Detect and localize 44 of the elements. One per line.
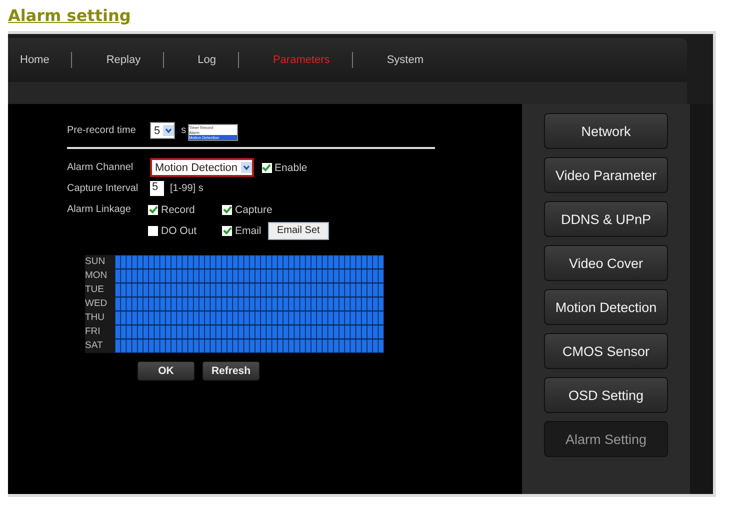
pre-record-select[interactable]: 5 <box>150 122 176 139</box>
sidebar-button[interactable]: Video Cover <box>544 245 668 281</box>
email-set-button[interactable]: Email Set <box>268 222 329 240</box>
sidebar-button[interactable]: Motion Detection <box>544 289 668 325</box>
page-heading: Alarm setting <box>8 6 131 25</box>
schedule-row[interactable] <box>115 283 384 297</box>
action-button[interactable]: OK <box>137 361 195 381</box>
nav-tab[interactable]: System <box>386 54 446 66</box>
checkbox[interactable] <box>148 226 158 236</box>
sidebar-button[interactable]: CMOS Sensor <box>544 333 668 369</box>
nav-tab[interactable]: Replay <box>106 54 163 66</box>
nav-tab[interactable]: Home <box>20 54 72 66</box>
field-label: Alarm Channel <box>67 162 134 173</box>
checkbox-label: Record <box>161 204 195 216</box>
checkbox[interactable] <box>148 204 158 214</box>
range-hint: [1-99] s <box>170 183 204 194</box>
schedule-row[interactable] <box>115 311 384 325</box>
checkbox[interactable] <box>262 162 272 172</box>
checkbox[interactable] <box>222 226 232 236</box>
field-label: Pre-record time <box>67 125 137 136</box>
checkbox-label: Email <box>235 224 262 236</box>
input-field[interactable]: 5 <box>150 181 164 196</box>
action-button[interactable]: Refresh <box>202 361 260 381</box>
caret-icon <box>240 162 252 173</box>
sidebar-button[interactable]: Video Parameter <box>544 157 668 193</box>
schedule-row[interactable] <box>115 255 384 269</box>
field-label: Capture Interval <box>67 183 140 194</box>
sidebar-button[interactable]: Alarm Setting <box>544 421 668 457</box>
checkbox[interactable] <box>222 204 232 214</box>
schedule-row[interactable] <box>115 297 384 311</box>
sidebar-button[interactable]: OSD Setting <box>544 377 668 413</box>
caret-icon <box>163 125 174 136</box>
checkbox-label: DO Out <box>161 224 197 236</box>
unit-label: s <box>181 125 186 136</box>
field-label: Alarm Linkage <box>67 204 132 215</box>
nav-tab[interactable]: Log <box>198 54 238 66</box>
checkbox-label: Capture <box>235 204 272 216</box>
schedule-row[interactable] <box>115 325 384 339</box>
sidebar-button[interactable]: Network <box>544 113 668 149</box>
sidebar-button[interactable]: DDNS & UPnP <box>544 201 668 237</box>
schedule-row[interactable] <box>115 339 384 353</box>
checkbox-label: Enable <box>274 162 308 174</box>
alarm-channel-select[interactable]: Motion Detection <box>150 158 254 177</box>
schedule-row[interactable] <box>115 269 384 283</box>
